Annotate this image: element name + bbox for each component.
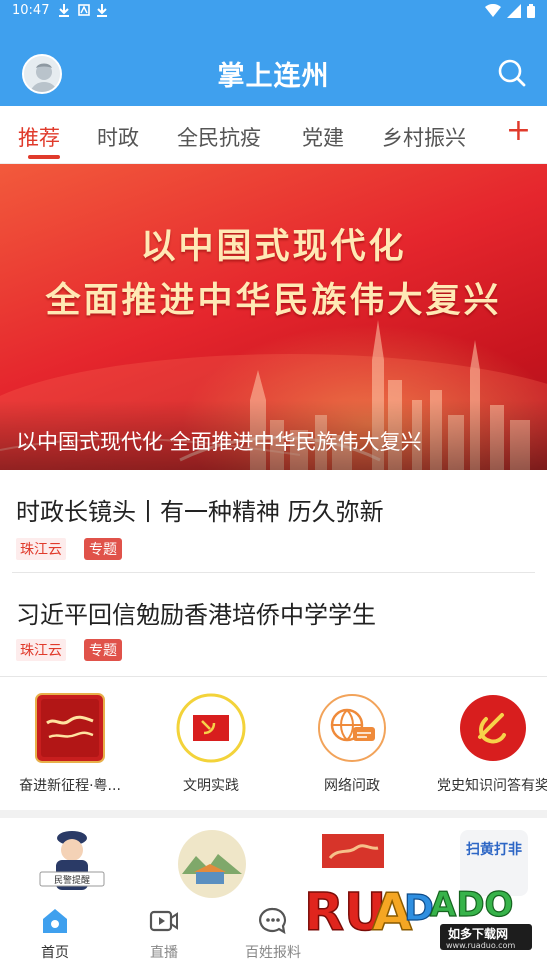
app-notification-icon (78, 3, 90, 17)
app-header: 掌上连州 (0, 40, 547, 106)
feature-item[interactable]: 党史知识问答有奖 (423, 693, 547, 805)
feature-item[interactable]: 文明实践 (141, 693, 281, 805)
category-tabs: 推荐 时政 全民抗疫 党建 乡村振兴 + (0, 106, 547, 164)
news-tag-badge: 专题 (84, 538, 122, 560)
news-tag-badge: 专题 (84, 639, 122, 661)
globe-chat-icon (318, 694, 386, 762)
feature-label: 文明实践 (183, 778, 239, 794)
banner-headline-line2: 全面推进中华民族伟大复兴 (45, 281, 502, 321)
add-tab-icon[interactable]: + (506, 116, 531, 146)
top-bar: 10:47 掌上连州 (0, 0, 547, 106)
feature-item[interactable]: 网络问政 (282, 693, 422, 805)
chat-bubble-icon (259, 907, 286, 935)
feature-label: 网络问政 (324, 778, 380, 794)
list-divider (0, 676, 547, 677)
active-tab-indicator (28, 155, 60, 159)
tab-party-building[interactable]: 党建 (302, 122, 344, 152)
police-icon[interactable]: 民警提醒 (36, 828, 108, 898)
calligraphy-poster-icon (35, 693, 105, 763)
download-icon (96, 3, 108, 17)
status-time: 10:47 (12, 3, 50, 18)
nav-home-label: 首页 (41, 945, 69, 961)
nav-home[interactable]: 首页 (15, 906, 95, 962)
section-gap (0, 810, 547, 818)
tab-rural-revitalization[interactable]: 乡村振兴 (382, 122, 466, 152)
hero-banner[interactable]: 以中国式现代化 全面推进中华民族伟大复兴 以中国式现代化 全面推进中华民族伟大复… (0, 164, 547, 470)
download-icon (58, 3, 70, 17)
banner-headline-line1: 以中国式现代化 (140, 227, 407, 267)
watermark-sub: 如多下载网 (448, 926, 508, 941)
home-icon (43, 909, 67, 933)
village-icon[interactable] (176, 828, 248, 898)
svg-text:ADO: ADO (430, 885, 513, 925)
tab-recommend[interactable]: 推荐 (18, 122, 60, 152)
party-emblem-icon (460, 695, 526, 761)
tab-politics[interactable]: 时政 (97, 122, 139, 152)
news-source-badge: 珠江云 (16, 639, 66, 661)
anti-porn-label: 扫黄打非 (466, 841, 522, 858)
tab-anti-epidemic[interactable]: 全民抗疫 (177, 122, 261, 152)
nav-live[interactable]: 直播 (124, 906, 204, 962)
battery-icon (527, 4, 535, 18)
list-item[interactable]: 习近平回信勉励香港培侨中学学生 珠江云 专题 (0, 573, 547, 675)
feature-label: 奋进新征程·粤... (19, 778, 121, 794)
video-icon (149, 910, 178, 932)
wifi-icon (485, 4, 501, 17)
party-flag-icon (176, 693, 246, 763)
feature-item[interactable]: 奋进新征程·粤... (0, 693, 140, 805)
signal-icon (507, 4, 521, 18)
status-bar: 10:47 (0, 0, 547, 24)
watermark-logo: RU A D ADO 如多下载网 www.ruaduo.com (303, 882, 532, 950)
news-title[interactable]: 习近平回信勉励香港培侨中学学生 (16, 595, 376, 630)
page-title: 掌上连州 (217, 61, 330, 92)
list-item[interactable]: 时政长镜头丨有一种精神 历久弥新 珠江云 专题 (0, 470, 547, 572)
search-icon[interactable] (497, 58, 527, 88)
nav-live-label: 直播 (150, 945, 178, 961)
news-source-badge: 珠江云 (16, 538, 66, 560)
police-label: 民警提醒 (54, 874, 90, 886)
banner-caption: 以中国式现代化 全面推进中华民族伟大复兴 (16, 430, 422, 454)
news-title[interactable]: 时政长镜头丨有一种精神 历久弥新 (16, 492, 384, 527)
watermark-url: www.ruaduo.com (446, 941, 515, 950)
feature-label: 党史知识问答有奖 (437, 778, 547, 794)
